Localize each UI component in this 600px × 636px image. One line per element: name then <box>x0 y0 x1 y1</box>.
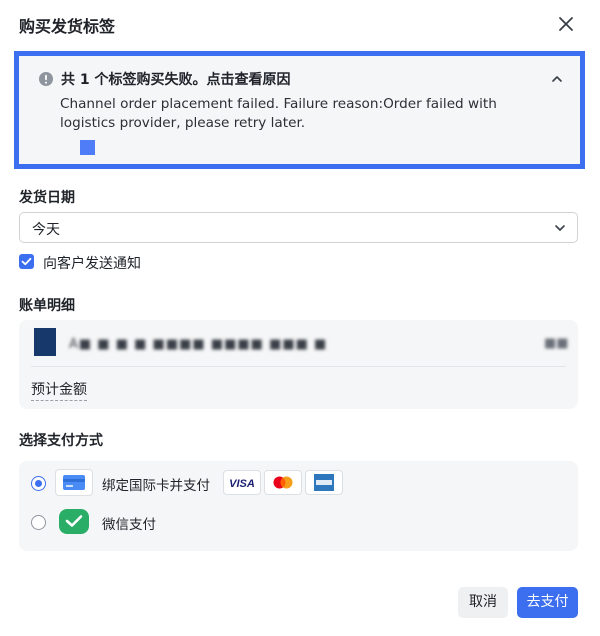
bill-item-price: ■■ <box>544 336 569 351</box>
payment-radio-wechat[interactable] <box>31 515 46 530</box>
alert-message: Channel order placement failed. Failure … <box>60 96 497 131</box>
pay-button[interactable]: 去支付 <box>517 587 578 618</box>
credit-card-icon <box>55 469 93 496</box>
payment-method-panel: 绑定国际卡并支付 VISA 微信支付 <box>19 461 578 551</box>
exclamation-circle-icon <box>38 71 54 87</box>
payment-radio-card[interactable] <box>31 476 46 491</box>
cancel-button[interactable]: 取消 <box>458 587 508 618</box>
payment-option-wechat-label: 微信支付 <box>102 517 156 533</box>
bill-details-label: 账单明细 <box>19 298 75 314</box>
bill-details-panel: A■ ■ ■ ■ ■■■■ ■■■■ ■■■ ■ ■■ 预计金额 <box>19 320 578 409</box>
estimated-amount-label[interactable]: 预计金额 <box>31 379 87 401</box>
error-alert[interactable]: 共 1 个标签购买失败。点击查看原因 Channel order placeme… <box>14 51 585 169</box>
notify-customer-label: 向客户发送通知 <box>43 256 141 272</box>
payment-option-card[interactable]: 绑定国际卡并支付 VISA <box>19 468 578 498</box>
visa-icon: VISA <box>223 470 261 495</box>
selection-marker <box>80 140 95 155</box>
notify-customer-checkbox[interactable] <box>19 254 34 269</box>
chevron-up-icon[interactable] <box>547 69 567 89</box>
product-thumbnail <box>34 328 56 356</box>
dialog-title: 购买发货标签 <box>19 17 116 36</box>
check-icon <box>21 257 32 266</box>
mastercard-icon <box>264 470 302 495</box>
payment-option-wechat[interactable]: 微信支付 <box>19 507 578 537</box>
divider <box>31 366 566 367</box>
visa-text: VISA <box>229 478 255 490</box>
dialog-header: 购买发货标签 <box>0 0 600 48</box>
payment-method-label: 选择支付方式 <box>19 433 103 449</box>
ship-date-value: 今天 <box>32 222 60 238</box>
amex-icon <box>305 470 343 495</box>
chevron-down-icon <box>553 221 567 235</box>
ship-date-select[interactable]: 今天 <box>19 212 578 243</box>
wechat-pay-icon <box>55 508 93 535</box>
alert-title: 共 1 个标签购买失败。点击查看原因 <box>61 72 291 88</box>
bill-item-text: A■ ■ ■ ■ ■■■■ ■■■■ ■■■ ■ <box>69 337 328 352</box>
close-icon[interactable] <box>554 12 578 36</box>
payment-option-card-label: 绑定国际卡并支付 <box>102 478 210 494</box>
ship-date-label: 发货日期 <box>19 190 75 206</box>
